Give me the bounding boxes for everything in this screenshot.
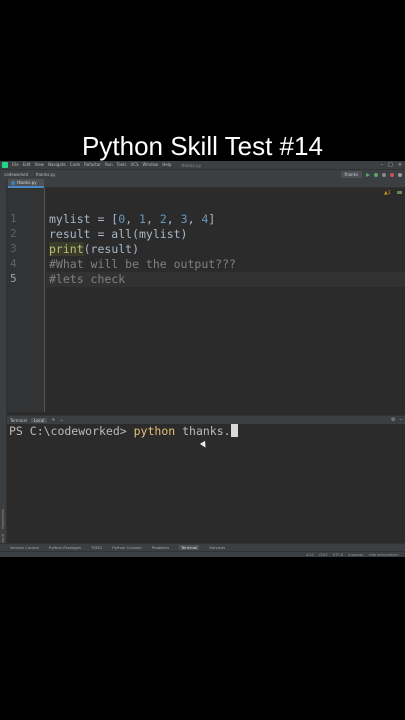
terminal-prompt-line: PS C:\codeworked> python thanks. xyxy=(9,424,238,438)
run-icon[interactable] xyxy=(366,172,370,177)
inspection-ok-icon[interactable] xyxy=(397,191,402,194)
status-item[interactable]: <No interpreter> xyxy=(368,553,399,557)
line-number-active: 5 xyxy=(10,272,17,285)
tool-tab-problems[interactable]: Problems xyxy=(152,545,170,550)
menu-navigate[interactable]: Navigate xyxy=(48,161,66,169)
menu-file[interactable]: File xyxy=(12,161,19,169)
line-number: 2 xyxy=(10,227,17,240)
code-token: #What will be the output??? xyxy=(49,257,236,271)
menu-edit[interactable]: Edit xyxy=(23,161,31,169)
breadcrumb-project[interactable]: codeworked xyxy=(4,172,28,177)
line-number-gutter: 1 2 3 4 5 xyxy=(7,188,45,412)
python-file-icon xyxy=(11,180,15,185)
terminal-prompt: PS C:\codeworked> xyxy=(9,424,134,438)
terminal-panel[interactable]: PS C:\codeworked> python thanks. xyxy=(7,424,405,549)
status-item[interactable]: CRLF xyxy=(319,553,328,557)
tool-tab-services[interactable]: Services xyxy=(209,545,225,550)
search-icon[interactable] xyxy=(398,172,402,177)
warning-indicator-icon[interactable]: ▲1 xyxy=(384,190,391,196)
maximize-icon[interactable]: □ xyxy=(388,162,393,168)
video-title: Python Skill Test #14 xyxy=(82,131,323,161)
terminal-command: python xyxy=(133,424,176,438)
code-token: #lets check xyxy=(49,272,126,286)
window-title: thanks.py xyxy=(181,162,202,168)
bookmarks-tool-tab[interactable]: Bookmarks xyxy=(1,509,5,529)
code-token: 2 xyxy=(159,212,167,226)
navigation-bar: codeworked › thanks.py thanks xyxy=(0,169,405,179)
tool-tab-python-packages[interactable]: Python Packages xyxy=(49,545,81,550)
editor-tab-bar: thanks.py xyxy=(7,179,405,188)
code-line: print(result) xyxy=(49,242,139,257)
status-item[interactable]: UTF-8 xyxy=(333,553,343,557)
code-token: mylist = [ xyxy=(49,212,119,226)
code-line: #What will be the output??? xyxy=(49,257,236,272)
code-token: , xyxy=(125,212,140,226)
hide-panel-icon[interactable]: – xyxy=(400,417,403,423)
breadcrumb-separator-icon: › xyxy=(31,172,33,177)
gear-icon[interactable]: ⚙ xyxy=(391,417,395,423)
window-controls: – □ × xyxy=(381,162,405,168)
code-token: result = all(mylist) xyxy=(49,227,188,241)
code-editor[interactable]: mylist = [0, 1, 2, 3, 4] result = all(myl… xyxy=(46,188,405,412)
code-token: , xyxy=(187,212,202,226)
menu-help[interactable]: Help xyxy=(162,161,171,169)
tool-tab-terminal[interactable]: Terminal xyxy=(179,545,200,550)
bottom-tool-bar: Version Control Python Packages TODO Python… xyxy=(0,543,405,551)
tab-label: thanks.py xyxy=(17,180,37,185)
debug-icon[interactable] xyxy=(374,172,378,177)
status-item[interactable]: 4 spaces xyxy=(348,553,363,557)
minimize-icon[interactable]: – xyxy=(381,162,384,168)
code-token: ] xyxy=(208,212,216,226)
menu-code[interactable]: Code xyxy=(70,161,80,169)
menu-bar: File Edit View Navigate Code Refactor Ru… xyxy=(0,161,405,169)
code-token: print xyxy=(49,242,84,256)
line-number: 4 xyxy=(10,257,17,270)
status-bar: 4:12 CRLF UTF-8 4 spaces <No interpreter> xyxy=(0,551,405,557)
stop-icon[interactable] xyxy=(390,172,394,177)
text-cursor xyxy=(230,424,238,437)
code-line: mylist = [0, 1, 2, 3, 4] xyxy=(49,212,215,227)
ide-window: File Edit View Navigate Code Refactor Ru… xyxy=(0,161,405,557)
mouse-pointer-icon xyxy=(199,440,209,450)
terminal-session-tab[interactable]: Local xyxy=(30,417,48,423)
menu-run[interactable]: Run xyxy=(105,161,113,169)
line-number: 3 xyxy=(10,242,17,255)
tab-thanks-py[interactable]: thanks.py xyxy=(8,179,44,188)
close-icon[interactable]: × xyxy=(398,162,402,168)
pycharm-logo-icon xyxy=(2,162,8,168)
terminal-title: Terminal xyxy=(10,417,27,423)
menu-window[interactable]: Window xyxy=(143,161,159,169)
menu-view[interactable]: View xyxy=(34,161,44,169)
code-token: (result) xyxy=(83,242,140,256)
code-token: 3 xyxy=(180,212,188,226)
tool-tab-version-control[interactable]: Version Control xyxy=(10,545,39,550)
menu-vcs[interactable]: VCS xyxy=(130,161,138,169)
menu-tools[interactable]: Tools xyxy=(117,161,127,169)
code-token: 1 xyxy=(139,212,146,226)
line-number: 1 xyxy=(10,212,17,225)
terminal-argument: thanks. xyxy=(175,424,231,438)
code-line: #lets check xyxy=(49,272,125,287)
status-item[interactable]: 4:12 xyxy=(306,553,314,557)
terminal-header: Terminal Local + ⌄ ⚙ – xyxy=(7,415,405,424)
breadcrumb-file[interactable]: thanks.py xyxy=(36,172,56,177)
coverage-icon[interactable] xyxy=(382,172,386,177)
code-token: , xyxy=(166,212,181,226)
chevron-down-icon[interactable]: ⌄ xyxy=(59,417,63,423)
tool-tab-todo[interactable]: TODO xyxy=(91,545,102,550)
tool-tab-python-console[interactable]: Python Console xyxy=(112,545,141,550)
new-terminal-icon[interactable]: + xyxy=(51,417,55,423)
left-tool-strip: Bookmarks Structure xyxy=(0,179,7,550)
run-configuration-select[interactable]: thanks xyxy=(340,171,362,178)
code-token: , xyxy=(145,212,160,226)
menu-refactor[interactable]: Refactor xyxy=(84,161,101,169)
code-line: result = all(mylist) xyxy=(49,227,187,242)
run-toolbar: thanks xyxy=(340,171,405,178)
